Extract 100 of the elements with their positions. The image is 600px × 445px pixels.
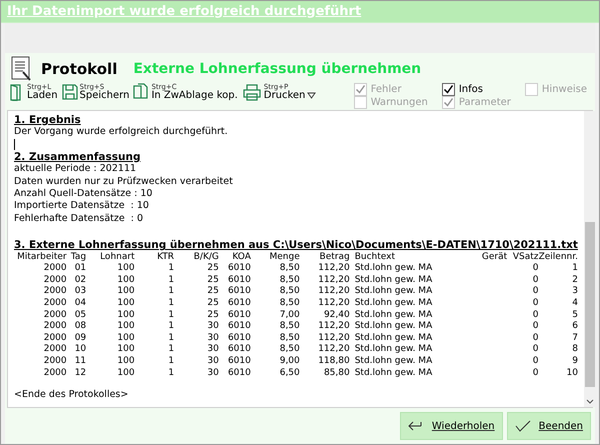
column-header: Mitarbeiter	[16, 252, 67, 263]
table-cell-text: 3	[571, 286, 578, 298]
scrollbar-thumb[interactable]	[584, 222, 595, 387]
table-cell-text: 0	[532, 321, 538, 333]
table-cell-text: 2000	[42, 274, 67, 286]
table-cell-text: 30	[206, 368, 219, 380]
table-cell: Std.lohn gew. MA	[350, 274, 448, 286]
table-cell-text: 1	[167, 368, 174, 380]
table-cell-text: 1	[167, 286, 174, 298]
table-cell-text: 100	[116, 321, 135, 333]
table-cell-text: 6010	[226, 356, 251, 368]
table-cell-text: 0	[532, 274, 538, 286]
table-cell-text: 09	[74, 332, 86, 344]
table-cell-text: 100	[116, 263, 135, 275]
table-cell-text: 2000	[42, 321, 67, 333]
copy-icon	[133, 83, 150, 101]
table-cell-text: 11	[74, 356, 86, 368]
table-cell-text: 25	[206, 286, 219, 298]
column-header: KOA	[231, 252, 251, 263]
table-cell-text: 2000	[42, 344, 67, 356]
table-cell-text: 30	[206, 332, 219, 344]
table-cell-text: 8,50	[278, 286, 300, 298]
table-cell-text: 2000	[42, 298, 67, 310]
table-cell-text: 7,00	[278, 310, 300, 321]
table-cell-text: 1	[571, 263, 578, 275]
table-cell: Std.lohn gew. MA	[350, 321, 448, 333]
section-heading: 2. Zusammenfassung	[14, 150, 142, 164]
table-cell-text: 100	[116, 344, 135, 356]
column-header: Buchtext	[354, 252, 396, 263]
summary-line: Importierte Datensätze : 10	[14, 200, 150, 213]
filter-checkbox[interactable]: Infos	[442, 83, 511, 96]
summary-line: Fehlerhafte Datensätze : 0	[14, 212, 144, 226]
table-cell: Std.lohn gew. MA	[350, 368, 448, 380]
table-cell-text: 03	[74, 286, 86, 298]
table-cell-text: 100	[116, 310, 135, 321]
table-cell-text: 8,50	[278, 332, 300, 344]
table-cell-text: 6010	[226, 263, 251, 275]
table-cell-text: 112,20	[317, 298, 350, 310]
return-arrow-icon	[408, 420, 424, 432]
table-cell-text: 8,50	[278, 274, 300, 286]
table-cell-text: 92,40	[322, 310, 350, 321]
printer-icon	[242, 83, 262, 101]
scrollbar[interactable]	[584, 111, 596, 407]
table-cell: Std.lohn gew. MA	[350, 286, 448, 298]
table-cell-text: 100	[116, 286, 135, 298]
protocol-title: Protokoll	[41, 58, 118, 80]
table-cell-text: 8,50	[278, 344, 300, 356]
table-cell-text: 2000	[42, 332, 67, 344]
table-cell-text: 112,20	[317, 332, 350, 344]
table-cell: 100	[86, 298, 135, 310]
table-cell-text: 25	[206, 298, 219, 310]
table-cell: Std.lohn gew. MA	[350, 332, 448, 344]
table-cell-text: 1	[167, 332, 174, 344]
table-cell-text: 100	[116, 332, 135, 344]
table-cell-text: 2000	[42, 263, 67, 275]
column-header: Betrag	[318, 252, 350, 263]
table-cell-text: 9,00	[278, 356, 300, 368]
finish-button[interactable]: Beenden	[506, 412, 591, 440]
table-cell-text: 1	[167, 344, 174, 356]
table-cell-text: 04	[74, 298, 86, 310]
table-cell-text: 6010	[226, 332, 251, 344]
table-cell-text: 10	[566, 368, 578, 380]
table-cell-text: 5	[571, 310, 578, 321]
table-cell-text: 30	[206, 344, 219, 356]
table-cell-text: 118,80	[317, 356, 350, 368]
column-header: Gerät	[480, 252, 508, 264]
save-icon	[62, 83, 78, 101]
table-cell-text: 0	[532, 332, 538, 344]
table-cell-text: 0	[532, 298, 538, 310]
table-cell-text: 2000	[42, 286, 67, 298]
table-cell-text: 112,20	[317, 344, 350, 356]
table-cell-text: 0	[532, 356, 538, 368]
table-cell-text: 0	[532, 368, 538, 380]
banner-title: Ihr Datenimport wurde erfolgreich durchgeführt	[7, 2, 362, 21]
table-cell-text: 2	[571, 274, 578, 286]
table-cell-text: 10	[74, 344, 86, 356]
table-cell-text: 30	[206, 321, 219, 333]
column-header: Menge	[250, 252, 300, 264]
table-cell-text: 2000	[42, 368, 67, 380]
table-cell-text: 7	[571, 332, 578, 344]
repeat-button[interactable]: Wiederholen	[400, 412, 503, 440]
table-cell-text: 0	[532, 263, 538, 275]
table-cell-text: 6010	[226, 274, 251, 286]
column-header: KTR	[134, 252, 174, 264]
table-cell-text: 112,20	[317, 286, 350, 298]
table-cell-text: 12	[74, 368, 86, 380]
table-cell-text: 8,50	[278, 298, 300, 310]
table-cell-text: 0	[532, 286, 538, 298]
table-cell-text: 6010	[226, 286, 251, 298]
summary-line: aktuelle Periode : 202111	[14, 163, 138, 176]
table-cell-text: 1	[167, 310, 174, 322]
table-cell-text: 25	[206, 263, 219, 275]
table-cell-text: 100	[116, 274, 135, 286]
column-header: VSatz	[507, 252, 538, 264]
table-cell-text: 6,50	[278, 368, 300, 380]
column-header: Lohnart	[99, 252, 135, 263]
column-header: Tag	[66, 252, 86, 264]
table-cell-text: 30	[206, 356, 219, 368]
table-cell-text: 25	[206, 310, 219, 321]
summary-line: Daten wurden nur zu Prüfzwecken verarbeitet	[14, 176, 234, 188]
